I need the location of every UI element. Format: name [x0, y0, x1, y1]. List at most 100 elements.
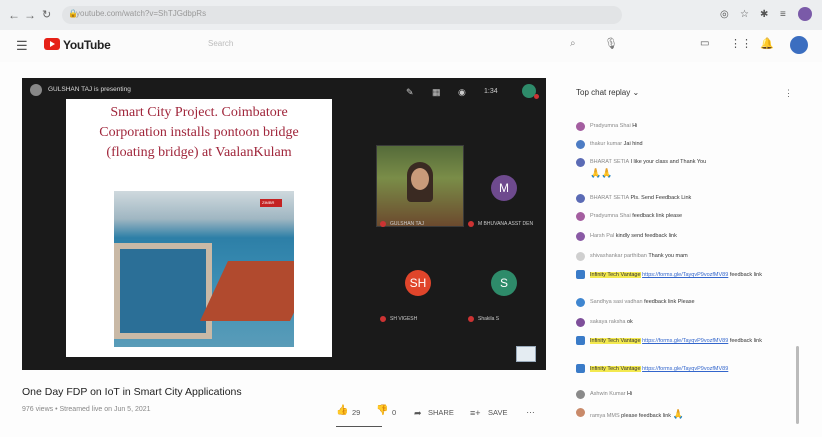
chat-avatar: [576, 194, 585, 203]
chat-message: thakur kumar Jai hind: [576, 140, 786, 152]
save-icon[interactable]: ≡+: [470, 408, 481, 418]
chat-message: Pradyumna Shai feedback link please: [576, 212, 786, 224]
account-avatar[interactable]: [790, 36, 808, 54]
chat-avatar: [576, 336, 585, 345]
chat-text: Thank you mam: [648, 253, 688, 259]
chat-filter-dropdown[interactable]: Top chat replay ⌄: [576, 88, 639, 97]
layout-icon[interactable]: ▦: [432, 87, 441, 98]
translate-icon[interactable]: ◎: [720, 9, 729, 21]
pen-icon[interactable]: ✎: [406, 87, 414, 98]
extension-icon[interactable]: ✱: [760, 9, 768, 21]
slide-title-line: Smart City Project. Coimbatore: [110, 105, 288, 120]
presentation-slide: Smart City Project. Coimbatore Corporati…: [66, 99, 332, 357]
chat-author: BHARAT SETIA: [590, 159, 629, 165]
presenter-avatar: [30, 84, 42, 96]
profile-avatar[interactable]: [798, 7, 812, 21]
chat-author: Harsh Pal: [590, 233, 615, 239]
participant-face: [411, 168, 429, 190]
mic-muted-icon: [468, 316, 474, 322]
chat-author: thakur kumar: [590, 141, 623, 147]
chat-avatar: [576, 158, 585, 167]
chat-avatar: [576, 364, 585, 373]
chat-author: Infinity Tech Vantage: [590, 366, 641, 372]
chat-author: ramya MMS: [590, 413, 620, 419]
chat-scrollbar[interactable]: [796, 346, 799, 424]
dislike-count[interactable]: 0: [392, 408, 396, 417]
chat-message: Infinity Tech Vantage https://forms.gle/…: [576, 336, 786, 358]
star-icon[interactable]: ☆: [740, 9, 749, 21]
youtube-header: ☰ YouTube Search ⌕ 🎙 ▭ ⋮⋮ 🔔: [0, 30, 822, 62]
video-meta: 976 views • Streamed live on Jun 5, 2021: [22, 406, 151, 413]
reading-list-icon[interactable]: ≡: [780, 9, 786, 21]
channel-watermark-icon: [516, 346, 536, 362]
chat-message: BHARAT SETIA I like your class and Thank…: [576, 158, 786, 182]
meeting-timer: 1:34: [484, 88, 498, 95]
search-input[interactable]: Search: [204, 36, 560, 54]
mic-muted-icon: [380, 316, 386, 322]
chat-link[interactable]: https://forms.gle/TayqvP9vozfMV89: [642, 272, 728, 278]
pool-area: [114, 243, 212, 339]
address-bar[interactable]: 🔒 youtube.com/watch?v=ShTJGdbpRs: [62, 6, 622, 24]
participant-avatar: M: [491, 175, 517, 201]
create-video-icon[interactable]: ▭: [700, 38, 709, 49]
back-icon[interactable]: ←: [8, 8, 20, 22]
live-chat-panel: Top chat replay ⌄ ⋮ Pradyumna Shai Hi th…: [566, 82, 798, 434]
dislike-icon[interactable]: 👎: [376, 405, 388, 416]
chat-message: Sandhya sasi vadhan feedback link Please: [576, 298, 786, 310]
chat-avatar: [576, 122, 585, 131]
chat-avatar: [576, 212, 585, 221]
chat-avatar: [576, 270, 585, 279]
chat-text: kindly send feedback link: [615, 233, 677, 239]
microphone-icon[interactable]: 🎙: [604, 37, 618, 50]
photo-badge: ZIMBR: [260, 199, 282, 207]
chevron-down-icon: ⌄: [632, 88, 640, 97]
mic-muted-icon: [380, 221, 386, 227]
chat-text: I like your class and Thank You: [630, 159, 707, 165]
chat-author: Infinity Tech Vantage: [590, 338, 641, 344]
participant-avatar: S: [491, 270, 517, 296]
bridge-photo: ZIMBR: [114, 191, 294, 347]
search-placeholder: Search: [208, 39, 234, 48]
menu-icon[interactable]: ☰: [16, 38, 28, 54]
like-count[interactable]: 29: [352, 408, 360, 417]
chat-link[interactable]: https://forms.gle/TayqvP9vozfMV89: [642, 366, 728, 372]
chat-message: Infinity Tech Vantage https://forms.gle/…: [576, 364, 786, 386]
participant-video-tile: [376, 145, 464, 227]
chat-text: feedback link: [729, 338, 762, 344]
notifications-bell-icon[interactable]: 🔔: [760, 37, 774, 50]
youtube-logo-text[interactable]: YouTube: [63, 38, 111, 52]
like-icon[interactable]: 👍: [336, 405, 348, 416]
more-options-icon[interactable]: ⋮: [784, 88, 793, 99]
share-icon[interactable]: ➦: [414, 408, 422, 419]
chat-avatar: [576, 408, 585, 417]
reload-icon[interactable]: ↻: [42, 8, 51, 22]
chat-text: Hi: [627, 391, 633, 397]
participant-name: SH VIGESH: [390, 316, 418, 322]
more-icon[interactable]: …: [526, 405, 535, 415]
save-button[interactable]: SAVE: [488, 408, 507, 417]
chat-avatar: [576, 318, 585, 327]
chat-author: Ashwin Kumar: [590, 391, 626, 397]
mic-muted-icon: [468, 221, 474, 227]
chat-link[interactable]: https://forms.gle/TayqvP9vozfMV89: [642, 338, 728, 344]
participant-avatar: SH: [405, 270, 431, 296]
apps-grid-icon[interactable]: ⋮⋮: [730, 37, 752, 50]
chat-text: ok: [627, 319, 633, 325]
participant-name: Shakila S: [478, 316, 500, 322]
youtube-logo-icon[interactable]: [44, 38, 60, 50]
video-player[interactable]: GULSHAN TAJ is presenting ✎ ▦ ◉ 1:34 Sma…: [22, 78, 546, 370]
chat-text: feedback link: [729, 272, 762, 278]
forward-icon[interactable]: →: [24, 8, 36, 22]
chat-avatar: [576, 298, 585, 307]
chat-text: Jai hind: [623, 141, 643, 147]
search-icon[interactable]: ⌕: [570, 38, 576, 49]
chat-emoji: 🙏🙏: [590, 168, 613, 178]
chat-author: Infinity Tech Vantage: [590, 272, 641, 278]
chat-avatar: [576, 232, 585, 241]
chat-author: sakaya raksha: [590, 319, 626, 325]
chat-text: feedback link Please: [644, 299, 695, 305]
chat-author: Pradyumna Shai: [590, 213, 631, 219]
share-button[interactable]: SHARE: [428, 408, 454, 417]
chat-message: Infinity Tech Vantage https://forms.gle/…: [576, 270, 786, 292]
person-icon[interactable]: ◉: [458, 87, 466, 98]
